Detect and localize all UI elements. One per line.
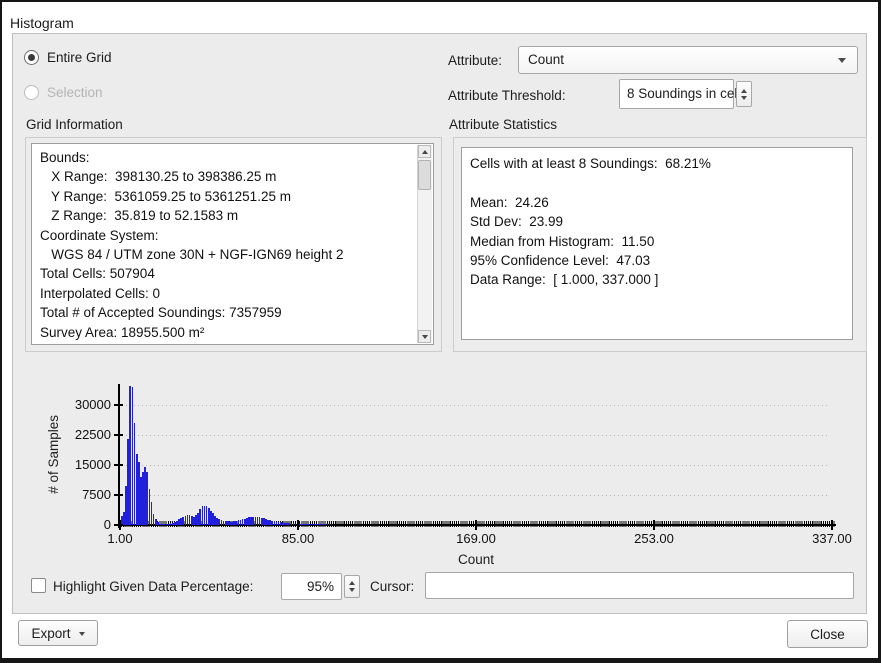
y-axis-title: # of Samples — [46, 415, 61, 494]
close-button-label: Close — [810, 627, 845, 642]
gridline — [122, 405, 830, 406]
cursor-input[interactable] — [425, 572, 854, 599]
y-axis-title-wrap: # of Samples — [43, 384, 63, 525]
x-tick-label: 337.00 — [802, 531, 862, 546]
highlight-percent-field[interactable]: 95% — [281, 573, 342, 600]
gridline — [122, 465, 830, 466]
highlight-checkbox[interactable] — [31, 578, 46, 593]
x-tick-label: 1.00 — [90, 531, 150, 546]
x-axis-title: Count — [416, 552, 536, 567]
histogram-plot[interactable] — [120, 384, 832, 525]
close-button[interactable]: Close — [787, 620, 868, 648]
spin-up-icon[interactable] — [349, 581, 355, 585]
x-tick-label: 253.00 — [624, 531, 684, 546]
x-tick-label: 169.00 — [446, 531, 506, 546]
chart-layer: # of Samples 075001500022500300001.0085.… — [13, 34, 866, 613]
page-title: Histogram — [10, 15, 74, 31]
histogram-bar — [331, 524, 333, 525]
x-tick-label: 85.00 — [268, 531, 328, 546]
export-button-label: Export — [31, 626, 70, 641]
gridline — [122, 495, 830, 496]
histogram-dialog: Histogram Entire Grid Selection Attribut… — [0, 0, 881, 663]
export-button[interactable]: Export — [18, 620, 98, 646]
gridline — [122, 435, 830, 436]
cursor-label: Cursor: — [370, 579, 414, 594]
spin-down-icon[interactable] — [349, 588, 355, 592]
highlight-checkbox-label: Highlight Given Data Percentage: — [53, 579, 253, 594]
chevron-down-icon — [79, 632, 85, 636]
highlight-percent-stepper[interactable] — [344, 575, 360, 598]
main-panel: Entire Grid Selection Attribute: Count A… — [12, 33, 867, 614]
highlight-percent-value: 95% — [307, 579, 334, 594]
